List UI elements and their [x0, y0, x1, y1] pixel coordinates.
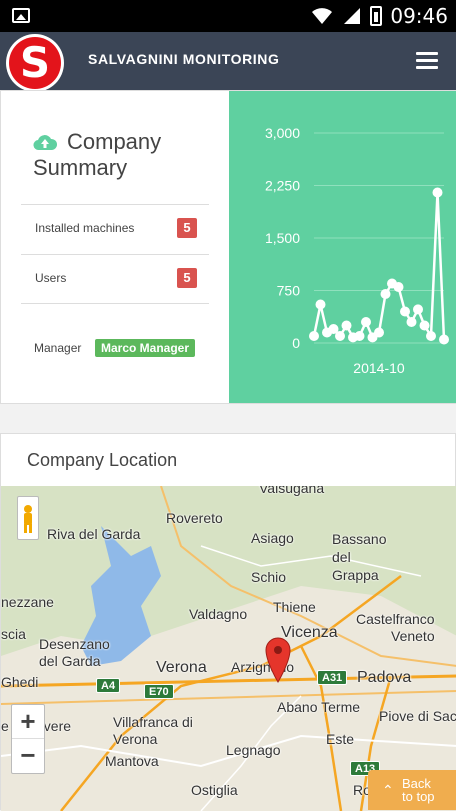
logo-letter: S: [9, 37, 61, 89]
manager-badge: Marco Manager: [95, 339, 196, 357]
location-title: Company Location: [27, 450, 178, 470]
map-label: Veneto: [391, 628, 435, 644]
x-tick-label: 2014-10: [353, 360, 405, 376]
data-point[interactable]: [432, 187, 443, 198]
map-label: Valsugana: [259, 486, 325, 496]
map[interactable]: Valsugana Rovereto Asiago Bassano del Gr…: [1, 486, 456, 811]
map-label: Verona: [156, 659, 207, 676]
zoom-out-button[interactable]: −: [12, 739, 44, 773]
map-label: Villafranca di Verona: [113, 714, 193, 747]
wifi-icon: [312, 8, 333, 24]
map-pin-icon[interactable]: [264, 636, 292, 684]
map-label: Valdagno: [189, 606, 248, 622]
summary-heading: Company Summary: [33, 129, 213, 181]
map-label: nezzane: [1, 594, 54, 610]
map-label: Mantova: [105, 753, 159, 769]
back-to-top-button[interactable]: ⌃ Back to top: [368, 770, 456, 810]
installed-machines-row: Installed machines 5: [21, 204, 209, 254]
usage-chart: 3,000 2,250 1,500 750 0 2014-10: [229, 91, 456, 403]
status-bar: 09:46: [0, 0, 456, 32]
data-point[interactable]: [393, 282, 404, 292]
image-notification-icon: [12, 8, 30, 23]
y-tick-label: 750: [277, 283, 301, 299]
company-summary-card: Company Summary Installed machines 5 Use…: [0, 90, 456, 404]
installed-machines-count: 5: [177, 218, 197, 238]
data-point[interactable]: [361, 317, 371, 327]
map-label: Piove di Sac: [379, 708, 456, 724]
map-label: Ostiglia: [191, 782, 238, 798]
map-label: Castelfranco: [356, 611, 435, 627]
map-label: Bassano del Grappa: [332, 531, 387, 583]
zoom-control: + −: [11, 704, 45, 774]
data-point[interactable]: [341, 320, 352, 331]
data-point[interactable]: [354, 331, 365, 341]
company-location-card: Company Location Valsugana Rovereto Asia…: [0, 433, 456, 811]
manager-label: Manager: [34, 341, 82, 355]
map-label: Este: [326, 731, 355, 747]
data-point[interactable]: [309, 331, 319, 341]
map-label: Ghedi: [1, 674, 39, 690]
map-label: Rovereto: [166, 510, 223, 526]
map-label: Desenzano del Garda: [39, 636, 110, 669]
data-point[interactable]: [439, 334, 449, 345]
cloud-upload-icon: [33, 135, 57, 151]
users-label: Users: [35, 271, 67, 285]
app-title: SALVAGNINI MONITORING: [88, 51, 280, 67]
hamburger-menu-icon[interactable]: [416, 52, 438, 70]
double-chevron-up-icon: ⌃: [382, 782, 394, 798]
battery-icon: [370, 6, 383, 26]
pegman-icon: [24, 505, 32, 533]
data-point[interactable]: [400, 306, 410, 317]
back-to-top-label: Back to top: [402, 777, 435, 803]
map-label: Abano Terme: [277, 699, 361, 715]
street-view-pegman-icon[interactable]: [17, 496, 39, 540]
data-point[interactable]: [419, 320, 430, 331]
back-to-top-line2: to top: [402, 789, 435, 804]
data-point[interactable]: [380, 289, 391, 299]
road-sign: A4: [96, 678, 121, 693]
y-tick-label: 3,000: [265, 125, 300, 141]
y-tick-label: 1,500: [265, 230, 300, 246]
map-label: Thiene: [273, 599, 316, 615]
status-time: 09:46: [390, 4, 448, 28]
data-point[interactable]: [374, 327, 384, 338]
salvagnini-logo[interactable]: S: [6, 34, 64, 92]
signal-icon: [344, 8, 361, 24]
zoom-in-button[interactable]: +: [12, 705, 44, 739]
map-label: Asiago: [251, 530, 294, 546]
chart-svg: 3,000 2,250 1,500 750 0 2014-10: [265, 125, 449, 376]
y-tick-label: 0: [292, 335, 300, 351]
map-label: Schio: [251, 569, 287, 585]
series-line: [312, 192, 446, 341]
road-sign: E70: [144, 684, 174, 699]
map-label: scia: [1, 626, 26, 642]
data-point[interactable]: [315, 299, 326, 310]
road-sign: A31: [317, 670, 348, 685]
data-point[interactable]: [406, 317, 417, 327]
installed-machines-label: Installed machines: [35, 221, 135, 235]
map-label: Padova: [357, 669, 412, 686]
app-header: S SALVAGNINI MONITORING: [0, 32, 456, 92]
users-count: 5: [177, 268, 197, 288]
map-label: Riva del Garda: [47, 526, 141, 542]
map-label: Legnago: [226, 742, 281, 758]
y-tick-label: 2,250: [265, 178, 300, 194]
summary-title: Company Summary: [33, 129, 162, 180]
data-point[interactable]: [426, 331, 436, 341]
data-point[interactable]: [413, 304, 423, 315]
data-point[interactable]: [335, 331, 345, 341]
users-row: Users 5: [21, 254, 209, 304]
